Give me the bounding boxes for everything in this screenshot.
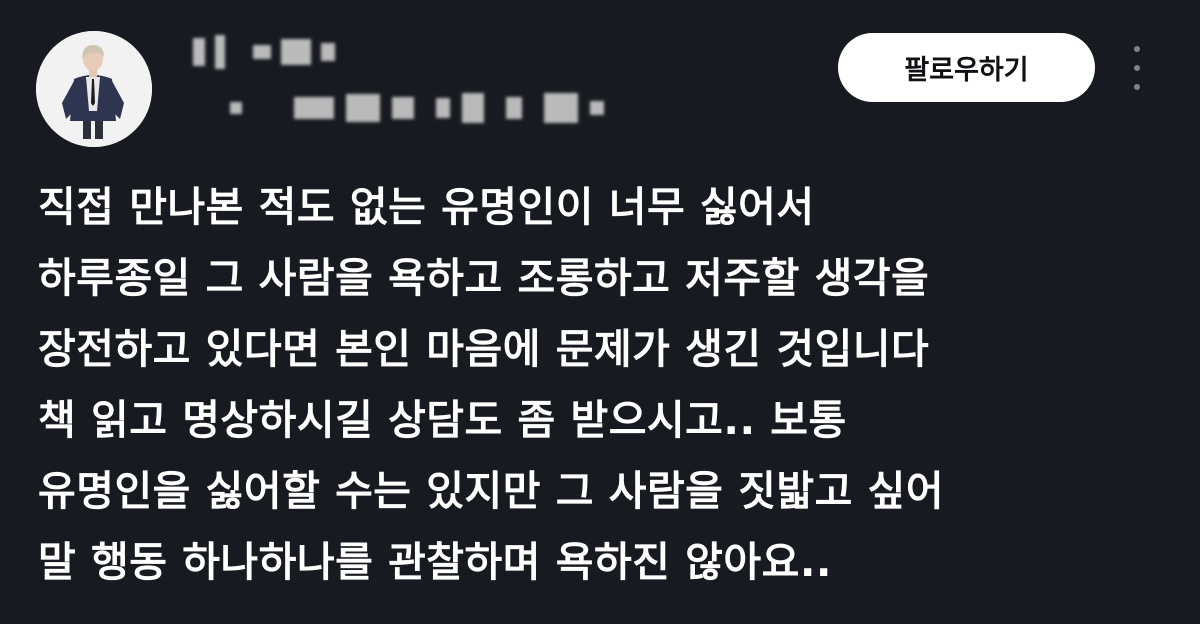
avatar-image (36, 31, 152, 147)
post-body: 직접 만나본 적도 없는 유명인이 너무 싫어서 하루종일 그 사람을 욕하고 … (38, 172, 1178, 598)
post-body-line: 직접 만나본 적도 없는 유명인이 너무 싫어서 (38, 183, 815, 231)
more-options-icon[interactable] (1126, 44, 1148, 92)
avatar[interactable] (36, 31, 152, 147)
post-card: 팔로우하기 직접 만나본 적도 없는 유명인이 너무 싫어서 하루종일 그 사람… (0, 0, 1200, 624)
username-blurred[interactable] (193, 33, 335, 71)
more-dot (1134, 65, 1140, 71)
more-dot (1134, 84, 1140, 90)
handle-blurred[interactable] (230, 87, 604, 129)
more-dot (1134, 46, 1140, 52)
post-body-line: 장전하고 있다면 본인 마음에 문제가 생긴 것입니다 (38, 325, 930, 373)
post-body-line: 말 행동 하나하나를 관찰하며 욕하진 않아요.. (38, 538, 832, 586)
post-body-line: 하루종일 그 사람을 욕하고 조롱하고 저주할 생각을 (38, 254, 930, 302)
follow-button[interactable]: 팔로우하기 (838, 33, 1095, 102)
post-body-line: 책 읽고 명상하시길 상담도 좀 받으시고.. 보통 (38, 396, 847, 444)
post-body-line: 유명인을 싫어할 수는 있지만 그 사람을 짓밟고 싶어 (38, 467, 945, 515)
